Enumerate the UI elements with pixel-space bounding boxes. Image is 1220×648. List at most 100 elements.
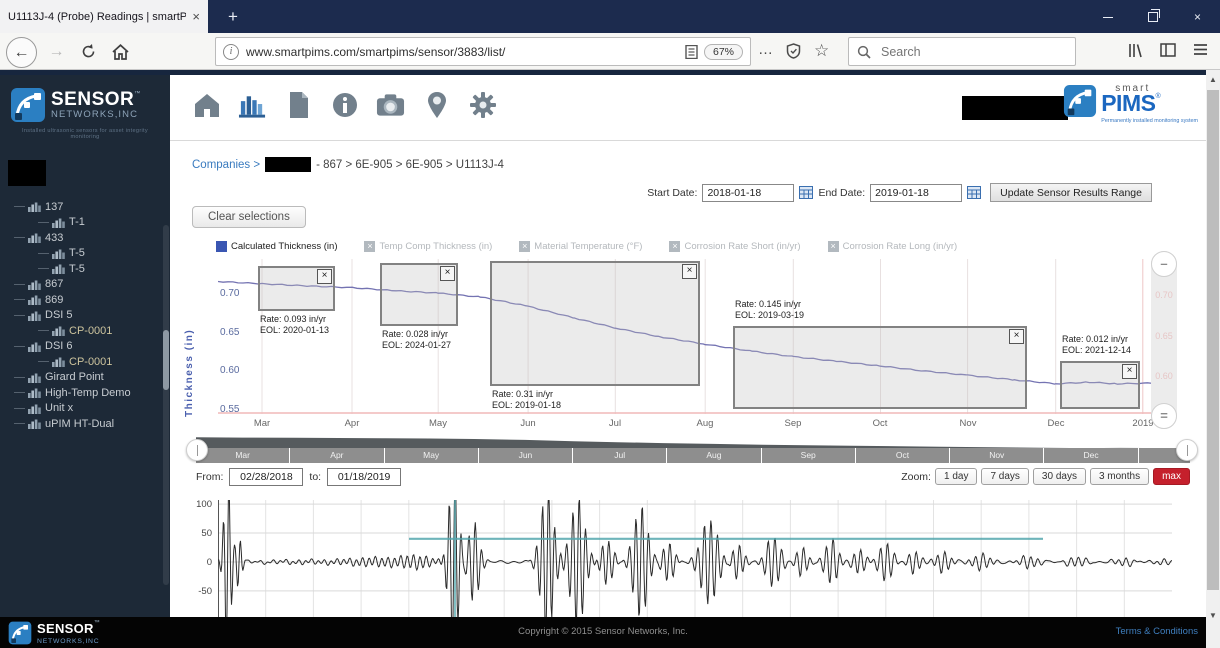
window-close-button[interactable]: ×	[1175, 0, 1220, 33]
new-tab-button[interactable]: +	[220, 4, 246, 29]
tracking-shield-icon[interactable]	[786, 43, 801, 63]
selection-box[interactable]: ×	[380, 263, 458, 326]
sidebar-item-869[interactable]: 869	[0, 292, 164, 308]
selection-box[interactable]: ×	[490, 261, 700, 386]
legend-item-material-temperature-f-[interactable]: × Material Temperature (°F)	[519, 241, 642, 252]
toolbar-settings-icon[interactable]	[468, 90, 497, 119]
library-icon[interactable]	[1128, 43, 1144, 62]
window-restore-button[interactable]	[1130, 0, 1175, 33]
zoom-level-badge[interactable]: 67%	[703, 43, 743, 60]
navigator-month-bar[interactable]: Mar Apr May Jun Jul Aug Sep Oct Nov Dec	[196, 448, 1190, 463]
clear-selections-button[interactable]: Clear selections	[192, 206, 306, 228]
navigator-month-jun[interactable]: Jun	[479, 448, 574, 463]
browser-scrollbar[interactable]: ▲ ▼	[1206, 70, 1220, 648]
navigator-month-may[interactable]: May	[385, 448, 479, 463]
search-bar[interactable]	[848, 37, 1076, 66]
toolbar-home-icon[interactable]	[192, 90, 221, 119]
menu-icon[interactable]	[1193, 43, 1208, 60]
selection-box[interactable]: ×	[733, 326, 1027, 409]
end-date-input[interactable]	[870, 183, 963, 202]
thickness-chart[interactable]: Thickness (in) 0.70 0.65 0.60 0.55 × Rate…	[184, 259, 1155, 417]
reader-mode-icon[interactable]	[685, 44, 698, 59]
calendar-icon[interactable]	[967, 186, 982, 199]
navigator-month-jul[interactable]: Jul	[573, 448, 668, 463]
close-icon[interactable]: ×	[317, 269, 332, 284]
zoom-button-max[interactable]: max	[1153, 468, 1190, 485]
sidebar-item-dsi-6[interactable]: DSI 6	[0, 339, 164, 355]
to-date-input[interactable]	[327, 468, 402, 486]
navigator-month-nov[interactable]: Nov	[950, 448, 1045, 463]
scroll-down-icon[interactable]: ▼	[1206, 608, 1220, 623]
sidebar-item-137[interactable]: 137	[0, 199, 164, 215]
sidebar-item-cp-0001[interactable]: CP-0001	[0, 323, 164, 339]
sidebar-item-unit-x[interactable]: Unit x	[0, 401, 164, 417]
navigator-month-mar[interactable]: Mar	[196, 448, 291, 463]
sidebar-item-high-temp-demo[interactable]: High-Temp Demo	[0, 385, 164, 401]
zoom-button-1-day[interactable]: 1 day	[934, 468, 978, 485]
site-info-icon[interactable]: i	[223, 43, 239, 60]
scrollbar-thumb[interactable]	[1207, 90, 1219, 590]
legend-checkbox-x-icon[interactable]: ×	[669, 241, 681, 252]
ascan-waveform-chart[interactable]	[218, 500, 1172, 617]
home-button[interactable]	[106, 37, 135, 66]
selection-box[interactable]: ×	[1060, 361, 1140, 409]
sidebar-item-dsi-5[interactable]: DSI 5	[0, 308, 164, 324]
selection-box[interactable]: ×	[258, 266, 335, 311]
forward-button[interactable]: →	[42, 37, 71, 66]
toolbar-info-icon[interactable]	[330, 90, 359, 119]
page-actions-icon[interactable]: …	[758, 41, 773, 58]
slider-handle-bottom[interactable]: =	[1151, 403, 1177, 429]
sidebar-toggle-icon[interactable]	[1160, 43, 1176, 61]
scroll-up-icon[interactable]: ▲	[1206, 72, 1220, 87]
close-icon[interactable]: ×	[1009, 329, 1024, 344]
calendar-icon[interactable]	[799, 186, 814, 199]
navigator-month-oct[interactable]: Oct	[856, 448, 951, 463]
legend-item-temp-comp-thickness-in-[interactable]: × Temp Comp Thickness (in)	[364, 241, 492, 252]
reload-icon[interactable]	[74, 37, 103, 66]
tab-close-icon[interactable]: ×	[192, 9, 200, 24]
timeline-navigator[interactable]: Mar Apr May Jun Jul Aug Sep Oct Nov Dec	[186, 437, 1198, 464]
bookmark-star-icon[interactable]: ☆	[814, 41, 829, 61]
close-icon[interactable]: ×	[682, 264, 697, 279]
url-text[interactable]: www.smartpims.com/smartpims/sensor/3883/…	[246, 45, 685, 59]
toolbar-camera-icon[interactable]	[376, 90, 405, 119]
zoom-button-30-days[interactable]: 30 days	[1032, 468, 1086, 485]
update-sensor-results-button[interactable]: Update Sensor Results Range	[990, 183, 1152, 202]
sidebar-item-t-5[interactable]: T-5	[0, 261, 164, 277]
legend-item-corrosion-rate-long-in-yr-[interactable]: × Corrosion Rate Long (in/yr)	[827, 241, 957, 252]
search-input[interactable]	[879, 43, 1033, 60]
zoom-button-7-days[interactable]: 7 days	[981, 468, 1029, 485]
toolbar-chart-icon[interactable]	[238, 90, 267, 119]
sidebar-item-t-5[interactable]: T-5	[0, 246, 164, 262]
zoom-button-3-months[interactable]: 3 months	[1089, 468, 1150, 485]
sidebar-item-upim-ht-dual[interactable]: uPIM HT-Dual	[0, 416, 164, 432]
close-icon[interactable]: ×	[440, 266, 455, 281]
browser-tab[interactable]: U1113J-4 (Probe) Readings | smartP ×	[0, 0, 208, 33]
window-minimize-button[interactable]	[1085, 0, 1130, 33]
breadcrumb-companies-link[interactable]: Companies >	[192, 159, 260, 171]
legend-checkbox-x-icon[interactable]: ×	[519, 241, 531, 252]
from-date-input[interactable]	[229, 468, 304, 486]
terms-link[interactable]: Terms & Conditions	[1116, 626, 1198, 637]
legend-item-calculated-thickness-in-[interactable]: Calculated Thickness (in)	[216, 241, 337, 252]
legend-checkbox-x-icon[interactable]: ×	[827, 241, 839, 252]
sidebar-item-t-1[interactable]: T-1	[0, 215, 164, 231]
navigator-month-sep[interactable]: Sep	[762, 448, 856, 463]
start-date-input[interactable]	[702, 183, 795, 202]
legend-item-corrosion-rate-short-in-yr-[interactable]: × Corrosion Rate Short (in/yr)	[669, 241, 801, 252]
sidebar-item-girard-point[interactable]: Girard Point	[0, 370, 164, 386]
navigator-right-handle[interactable]	[1176, 439, 1198, 461]
legend-checkbox-x-icon[interactable]: ×	[364, 241, 376, 252]
back-button[interactable]: ←	[6, 37, 37, 68]
sidebar-scrollbar[interactable]	[163, 225, 169, 585]
url-bar[interactable]: i www.smartpims.com/smartpims/sensor/388…	[215, 37, 751, 66]
navigator-month-dec[interactable]: Dec	[1044, 448, 1139, 463]
sidebar-scrollbar-thumb[interactable]	[163, 330, 169, 390]
navigator-left-handle[interactable]	[186, 439, 208, 461]
sidebar-item-433[interactable]: 433	[0, 230, 164, 246]
close-icon[interactable]: ×	[1122, 364, 1137, 379]
slider-handle-top[interactable]: –	[1151, 251, 1177, 277]
navigator-month-aug[interactable]: Aug	[667, 448, 762, 463]
toolbar-document-icon[interactable]	[284, 90, 313, 119]
toolbar-location-icon[interactable]	[422, 90, 451, 119]
